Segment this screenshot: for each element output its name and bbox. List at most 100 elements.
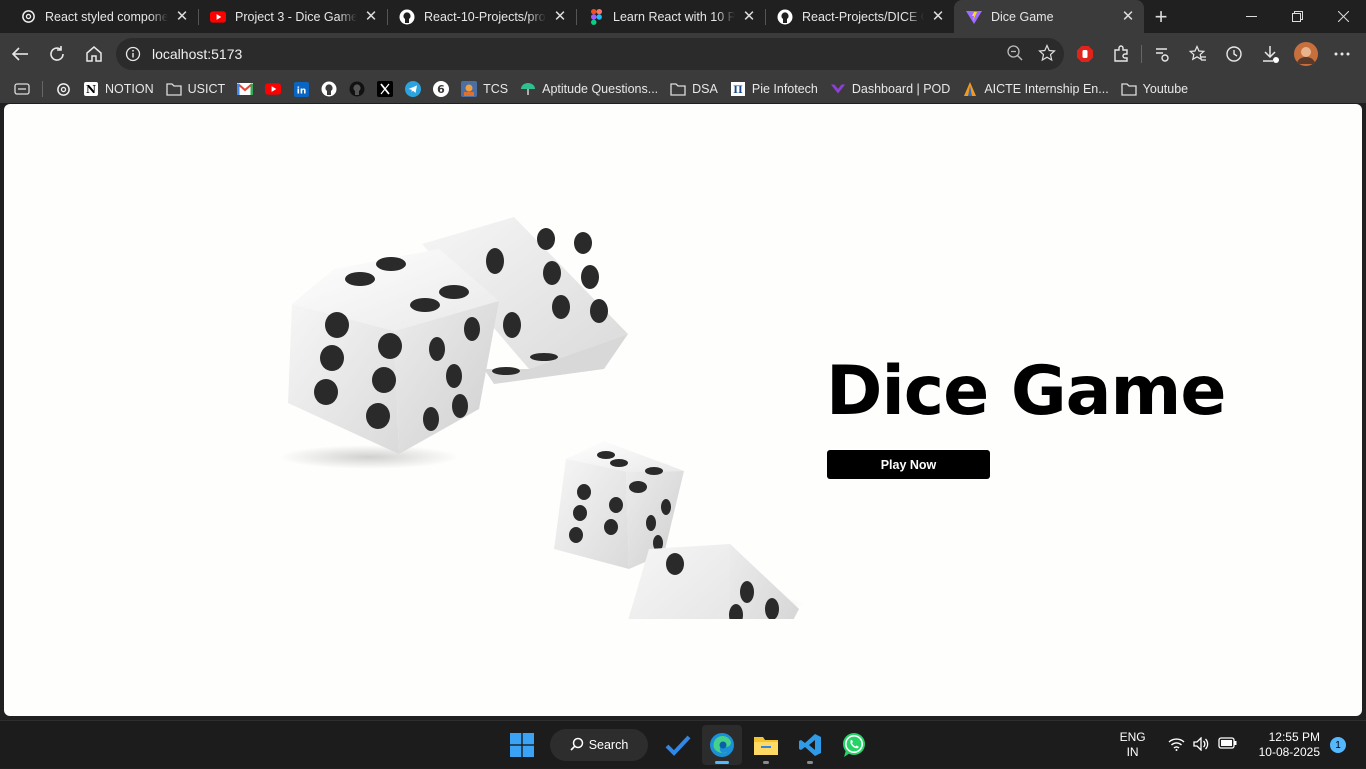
bookmark-gmail[interactable] [231, 77, 259, 101]
tab-learn-react[interactable]: Learn React with 10 Projects ✕ [576, 0, 765, 33]
tab-title: Dice Game [991, 9, 1054, 24]
bookmark-dsa[interactable]: DSA [664, 77, 724, 101]
extensions-icon[interactable] [1103, 38, 1139, 70]
address-bar[interactable]: localhost:5173 [116, 38, 1064, 70]
bookmark-notion[interactable]: N NOTION [77, 77, 160, 101]
file-explorer-app[interactable] [746, 725, 786, 765]
gmail-icon [237, 81, 254, 97]
bookmark-youtube[interactable] [259, 77, 287, 101]
bookmark-label: Pie Infotech [751, 82, 818, 96]
todo-check-icon [665, 735, 691, 756]
tab-actions-icon [14, 81, 30, 97]
window-controls [1228, 0, 1366, 33]
bookmark-github[interactable] [315, 77, 343, 101]
taskbar-search[interactable]: Search [550, 729, 648, 761]
folder-icon [1121, 81, 1137, 97]
search-label: Search [588, 738, 629, 752]
youtube-icon [210, 9, 226, 25]
bookmark-telegram[interactable] [399, 77, 427, 101]
pie-icon: П [730, 81, 746, 97]
clock[interactable]: 12:55 PM 10-08-2025 [1259, 730, 1320, 760]
bookmark-usict[interactable]: USICT [160, 77, 232, 101]
zoom-out-icon[interactable] [1006, 44, 1024, 67]
bookmark-pie-infotech[interactable]: П Pie Infotech [724, 77, 824, 101]
umbrella-icon [520, 81, 536, 97]
bookmark-linkedin[interactable]: in [287, 77, 315, 101]
site-info-icon[interactable] [125, 46, 141, 62]
openai-icon [55, 81, 71, 97]
whatsapp-icon [843, 733, 865, 757]
close-window-button[interactable] [1320, 0, 1366, 33]
folder-icon [165, 81, 182, 97]
page-title: Dice Game [826, 352, 1227, 431]
close-icon[interactable]: ✕ [552, 8, 568, 25]
bookmark-aptitude[interactable]: Aptitude Questions... [514, 77, 664, 101]
play-now-button[interactable]: Play Now [827, 450, 990, 479]
tab-dice-game[interactable]: Dice Game ✕ [954, 0, 1144, 33]
bookmark-label: AICTE Internship En... [984, 82, 1109, 96]
favorite-star-icon[interactable] [1038, 44, 1056, 67]
close-icon[interactable]: ✕ [363, 8, 379, 25]
language-indicator[interactable]: ENG IN [1120, 730, 1146, 760]
tab-project-dice-game[interactable]: Project 3 - Dice Game | ... ✕ [198, 0, 387, 33]
profile-avatar[interactable] [1288, 38, 1324, 70]
tab-react-styled-components[interactable]: React styled components ✕ [8, 0, 198, 33]
quick-settings[interactable] [1168, 735, 1237, 754]
close-icon[interactable]: ✕ [741, 8, 757, 25]
home-button[interactable] [76, 38, 112, 70]
notification-badge[interactable]: 1 [1330, 737, 1346, 753]
minimize-button[interactable] [1228, 0, 1274, 33]
wifi-icon [1168, 737, 1185, 754]
github-icon [777, 9, 793, 25]
six-icon: 6 [433, 81, 450, 97]
more-options-icon[interactable] [1324, 38, 1360, 70]
start-button[interactable] [502, 725, 542, 765]
new-tab-button[interactable]: + [1144, 0, 1178, 33]
volume-icon [1192, 735, 1210, 754]
separator [1141, 45, 1142, 63]
whatsapp-app[interactable] [834, 725, 874, 765]
svg-text:N: N [86, 83, 96, 96]
refresh-button[interactable] [39, 38, 75, 70]
close-icon[interactable]: ✕ [1120, 8, 1136, 25]
tab-title: React-Projects/DICE GAME [802, 9, 924, 24]
close-icon[interactable]: ✕ [930, 8, 946, 25]
tab-strip: React styled components ✕ Project 3 - Di… [0, 0, 1366, 33]
separator [42, 81, 43, 97]
history-icon[interactable] [1216, 38, 1252, 70]
favorites-icon[interactable] [1180, 38, 1216, 70]
region-code: IN [1126, 745, 1139, 759]
bookmark-github-2[interactable] [343, 77, 371, 101]
bookmark-aicte[interactable]: AICTE Internship En... [956, 77, 1114, 101]
pod-icon [830, 81, 846, 97]
windows-icon [510, 733, 534, 757]
bookmarks-bar: N NOTION USICT in 6 TCS Aptitude Questio… [0, 75, 1366, 103]
folder-icon [670, 81, 686, 97]
bookmark-tcs[interactable]: TCS [455, 77, 514, 101]
todo-app[interactable] [658, 725, 698, 765]
github-icon [399, 9, 415, 25]
bookmark-youtube-folder[interactable]: Youtube [1115, 77, 1194, 101]
back-button[interactable] [2, 38, 38, 70]
tab-react-projects-dice[interactable]: React-Projects/DICE GAME ✕ [765, 0, 954, 33]
bookmark-six[interactable]: 6 [427, 77, 455, 101]
bookmark-chatgpt[interactable] [49, 77, 77, 101]
close-icon[interactable]: ✕ [174, 8, 190, 25]
bookmark-x[interactable] [371, 77, 399, 101]
dice-bottom [628, 544, 799, 619]
downloads-icon[interactable] [1252, 38, 1288, 70]
bookmark-tab-actions[interactable] [8, 77, 36, 101]
adblock-extension-icon[interactable] [1067, 38, 1103, 70]
x-icon [377, 81, 394, 97]
edge-app[interactable] [702, 725, 742, 765]
tab-title: Project 3 - Dice Game | ... [235, 9, 357, 24]
tab-react-10-projects[interactable]: React-10-Projects/projects ✕ [387, 0, 576, 33]
edge-icon [710, 733, 734, 757]
bookmark-dashboard-pod[interactable]: Dashboard | POD [824, 77, 956, 101]
dice-illustration [279, 217, 804, 619]
vscode-app[interactable] [790, 725, 830, 765]
media-control-icon[interactable] [1144, 38, 1180, 70]
browser-toolbar: localhost:5173 [0, 33, 1366, 75]
restore-button[interactable] [1274, 0, 1320, 33]
tab-title: React-10-Projects/projects [424, 9, 546, 24]
